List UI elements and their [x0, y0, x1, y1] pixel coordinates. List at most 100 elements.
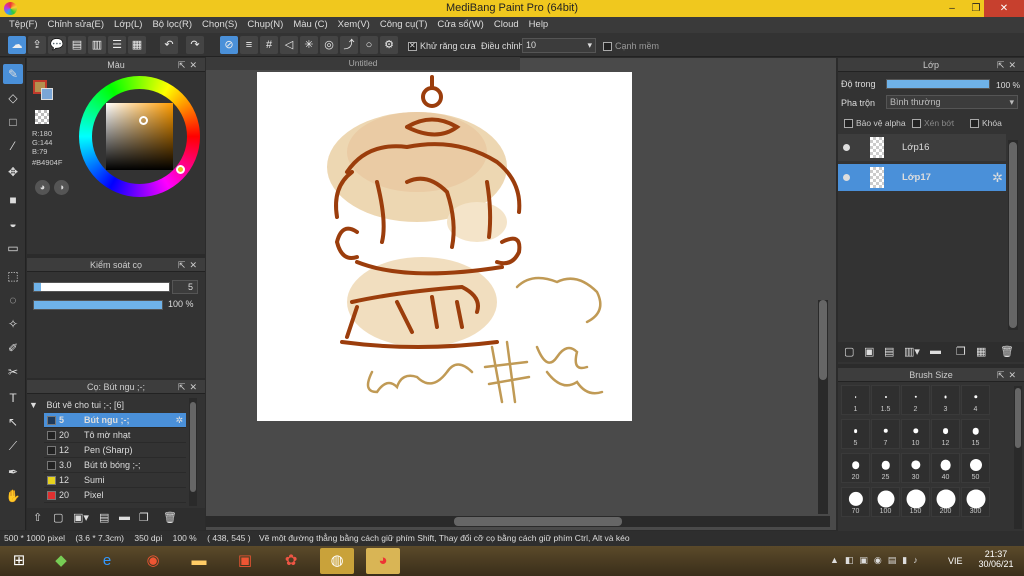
lasso-tool-icon[interactable]: ◌ — [3, 290, 23, 310]
layer-opacity-slider[interactable] — [886, 79, 990, 89]
move-tool-icon[interactable]: ✥ — [3, 162, 23, 182]
clipping-toggle[interactable]: Xén bớt — [912, 118, 954, 129]
brush-size-cell[interactable]: 1 — [841, 385, 870, 415]
secondary-color-swatch[interactable] — [41, 88, 53, 100]
menu-snap[interactable]: Chụp(N) — [242, 17, 288, 33]
new-brush-icon[interactable]: ▢ — [53, 511, 63, 524]
duplicate-icon[interactable]: ❐ — [956, 345, 966, 358]
antialias-checkbox[interactable] — [408, 41, 417, 52]
folder-icon[interactable]: ▬ — [930, 345, 941, 357]
brush-size-value[interactable]: 5 — [172, 280, 198, 294]
protect-alpha-checkbox[interactable] — [844, 119, 853, 129]
horizontal-scrollbar[interactable] — [206, 516, 830, 527]
brush-size-cell[interactable]: 20 — [841, 453, 870, 483]
visibility-icon[interactable] — [843, 144, 850, 151]
transparent-swatch[interactable] — [35, 110, 49, 124]
scrollbar-thumb[interactable] — [1015, 388, 1021, 448]
new-halftone-layer-icon[interactable]: ▣ — [864, 345, 874, 358]
brush-size-cell[interactable]: 150 — [901, 487, 930, 517]
menu-tools[interactable]: Công cụ(T) — [375, 17, 433, 33]
magic-wand-icon[interactable]: ✧ — [3, 314, 23, 334]
operation-tool-icon[interactable]: ↖ — [3, 412, 23, 432]
brush-tool-icon[interactable]: ✎ — [3, 64, 23, 84]
brush-size-cell[interactable]: 100 — [871, 487, 900, 517]
scrollbar-thumb[interactable] — [454, 517, 622, 526]
new-8bit-layer-icon[interactable]: ▤ — [884, 345, 894, 358]
brush-size-cell[interactable]: 40 — [931, 453, 960, 483]
brush-group[interactable]: ▼ Bút vẽ cho tui ;-; [6] — [29, 398, 189, 412]
brush-list-scrollbar[interactable] — [189, 398, 197, 506]
saturation-value-square[interactable] — [106, 103, 173, 170]
hue-picker-handle[interactable] — [176, 165, 185, 174]
scrollbar-thumb[interactable] — [819, 300, 827, 380]
menu-help[interactable]: Help — [524, 17, 554, 33]
comment-icon[interactable]: 💬 — [48, 36, 66, 54]
menu-filter[interactable]: Bộ lọc(R) — [147, 17, 197, 33]
panel-controls-icon[interactable]: ⇱✕ — [178, 380, 201, 394]
brush-size-cell[interactable]: 1.5 — [871, 385, 900, 415]
lock-toggle[interactable]: Khóa — [970, 118, 1002, 129]
hand-tool-icon[interactable]: ✋ — [3, 486, 23, 506]
soft-edge-toggle[interactable]: Cạnh mềm — [603, 41, 659, 52]
brush-item[interactable]: 20 Pixel — [44, 488, 186, 503]
scrollbar-thumb[interactable] — [190, 402, 196, 492]
brush-size-cell[interactable]: 3 — [931, 385, 960, 415]
menu-file[interactable]: Tệp(F) — [4, 17, 43, 33]
ring-icon[interactable]: ○ — [360, 36, 378, 54]
radial-snap-icon[interactable]: ✳ — [300, 36, 318, 54]
vertical-scrollbar[interactable] — [818, 300, 828, 514]
brush-size-cell[interactable]: 200 — [931, 487, 960, 517]
list-icon[interactable]: ☰ — [108, 36, 126, 54]
soft-edge-checkbox[interactable] — [603, 42, 612, 52]
sv-picker-handle[interactable] — [139, 116, 148, 125]
brush-opacity-slider[interactable] — [33, 300, 163, 310]
grid-icon[interactable]: ▦ — [128, 36, 146, 54]
pinned-app-icon[interactable]: ✿ — [274, 548, 308, 574]
clipping-checkbox[interactable] — [912, 119, 921, 129]
document-tab[interactable]: Untitled — [206, 57, 520, 70]
drawing-canvas[interactable] — [257, 72, 632, 421]
brush-item[interactable]: 12 Pen (Sharp) — [44, 443, 186, 458]
rect-tool-icon[interactable]: □ — [3, 112, 23, 132]
menu-view[interactable]: Xem(V) — [333, 17, 375, 33]
file-explorer-icon[interactable]: ▬ — [182, 548, 216, 574]
cross-snap-icon[interactable]: # — [260, 36, 278, 54]
merge-icon[interactable]: ▦ — [976, 345, 986, 358]
gradient-tool-icon[interactable]: ▭ — [3, 238, 23, 258]
folder-icon[interactable]: ▬ — [119, 511, 130, 523]
dot-tool-icon[interactable]: ⁄ — [3, 136, 23, 156]
layer-row[interactable]: Lớp17 ✲ — [838, 164, 1006, 191]
medibang-icon[interactable]: ◕ — [366, 548, 400, 574]
app-icon[interactable]: ◆ — [44, 548, 78, 574]
curve-snap-icon[interactable]: ⤴ — [340, 36, 358, 54]
select-tool-icon[interactable]: ⬚ — [3, 266, 23, 286]
layer-row[interactable]: Lớp16 — [838, 134, 1006, 161]
panel-controls-icon[interactable]: ⇱✕ — [178, 258, 201, 272]
panel-controls-icon[interactable]: ⇱✕ — [997, 368, 1020, 382]
brush-size-cell[interactable]: 15 — [961, 419, 990, 449]
pinned-app-icon[interactable]: ◍ — [320, 548, 354, 574]
select-eraser-icon[interactable]: ✂ — [3, 362, 23, 382]
office-icon[interactable]: ▣ — [228, 548, 262, 574]
text-tool-icon[interactable]: T — [3, 388, 23, 408]
menu-select[interactable]: Chọn(S) — [197, 17, 242, 33]
divide-tool-icon[interactable]: ⟋ — [3, 436, 23, 456]
brush-size-cell[interactable]: 300 — [961, 487, 990, 517]
input-language[interactable]: VIE — [948, 556, 963, 566]
blend-mode-select[interactable]: Bình thường ▾ — [886, 95, 1018, 109]
duplicate-icon[interactable]: ❐ — [139, 511, 149, 524]
eraser-tool-icon[interactable]: ◇ — [3, 88, 23, 108]
brush-size-scrollbar[interactable] — [1014, 386, 1022, 529]
add-brush-icon[interactable]: ▣▾ — [73, 511, 89, 524]
internet-explorer-icon[interactable]: e — [90, 548, 124, 574]
new-layer-icon[interactable]: ▢ — [844, 345, 854, 358]
expand-arrow-icon[interactable]: ▼ — [29, 400, 38, 410]
menu-cloud[interactable]: Cloud — [489, 17, 524, 33]
menu-layer[interactable]: Lớp(L) — [109, 17, 147, 33]
import-brush-icon[interactable]: ▤ — [99, 511, 109, 524]
protect-alpha-toggle[interactable]: Bảo vệ alpha — [844, 118, 906, 129]
brush-item[interactable]: 12 Sumi — [44, 473, 186, 488]
tray-icons[interactable]: ▲◧▣◉▤▮♪ — [830, 555, 924, 566]
page-icon[interactable]: ▥ — [88, 36, 106, 54]
undo-icon[interactable]: ↶ — [160, 36, 178, 54]
